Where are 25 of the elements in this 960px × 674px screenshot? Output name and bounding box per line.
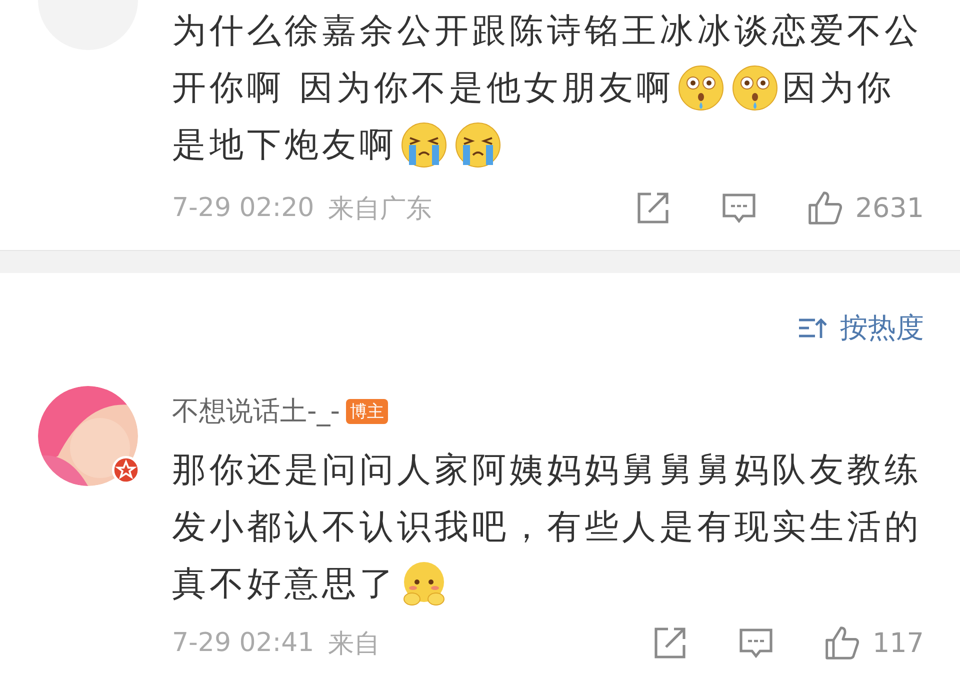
username[interactable]: 不想说话土-_-: [172, 393, 340, 429]
sort-icon: [798, 316, 828, 340]
comment-location: 来自: [328, 628, 380, 660]
comment-text: 发小都认不认识我吧，有些人是有现实生活的: [172, 506, 922, 548]
crying-emoji-icon: [400, 120, 448, 168]
sort-button[interactable]: 按热度: [798, 308, 924, 348]
share-icon[interactable]: [635, 190, 672, 226]
like-icon[interactable]: [824, 625, 860, 661]
comment-text: 是地下炮友啊: [172, 124, 397, 166]
crying-emoji-icon: [454, 120, 502, 168]
blogger-badge: 博主: [346, 398, 388, 424]
comment-text: 真不好意思了: [172, 562, 397, 606]
comment-time: 7-29 02:41: [172, 628, 314, 658]
comment-text: 因为你: [782, 66, 894, 110]
comment-text: 那你还是问问人家阿姨妈妈舅舅舅妈队友教练: [172, 448, 922, 492]
like-count: 117: [872, 628, 924, 658]
like-icon[interactable]: [807, 190, 844, 226]
comment-time: 7-29 02:20: [172, 193, 314, 223]
shocked-emoji-icon: [676, 64, 725, 112]
share-icon[interactable]: [652, 625, 688, 661]
shocked-emoji-icon: [730, 64, 779, 112]
like-count: 2631: [855, 192, 924, 224]
comment-text: 为什么徐嘉余公开跟陈诗铭王冰冰谈恋爱不公: [172, 10, 922, 52]
comment-text: 开你啊 因为你不是他女朋友啊: [172, 66, 674, 110]
comment-location: 来自广东: [328, 192, 432, 226]
